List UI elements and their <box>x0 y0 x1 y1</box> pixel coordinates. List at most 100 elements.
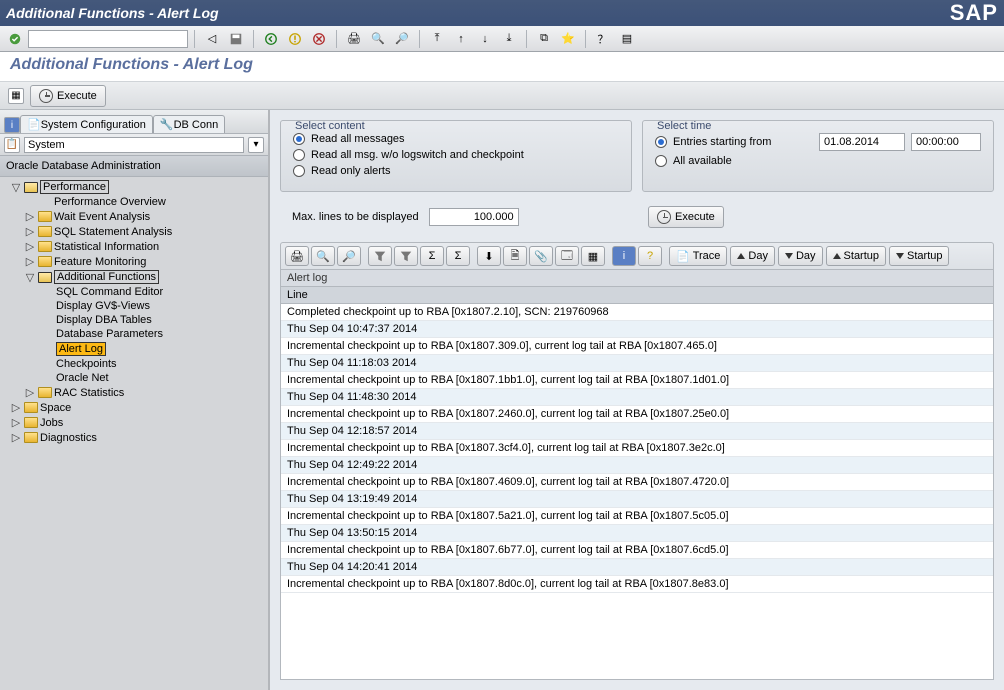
tree-display-gvviews[interactable]: Display GV$-Views <box>4 299 264 313</box>
prev-page-icon[interactable]: ↑ <box>450 29 472 49</box>
grid-row[interactable]: Thu Sep 04 12:49:22 2014 <box>281 457 993 474</box>
clock-icon <box>657 210 671 224</box>
tree-diagnostics[interactable]: ▷Diagnostics <box>4 430 264 445</box>
tree-performance-overview[interactable]: Performance Overview <box>4 195 264 209</box>
next-page-icon[interactable]: ↓ <box>474 29 496 49</box>
tree-jobs[interactable]: ▷Jobs <box>4 415 264 430</box>
tree-alert-log[interactable]: Alert Log <box>4 341 264 357</box>
grid-row[interactable]: Incremental checkpoint up to RBA [0x1807… <box>281 508 993 525</box>
new-session-icon[interactable]: ⧉ <box>533 29 555 49</box>
export-icon[interactable]: ⬇ <box>477 246 501 266</box>
grid-icon[interactable]: ▦ <box>581 246 605 266</box>
nav-cancel-icon[interactable] <box>308 29 330 49</box>
group-legend-time: Select time <box>653 120 715 132</box>
grid-row[interactable]: Thu Sep 04 13:19:49 2014 <box>281 491 993 508</box>
alert-log-toolbar: 🖨 🔍 🔎 Σ Σ ⬇ 🗎 📎 🗔 ▦ i ? 📄Trace <box>280 242 994 270</box>
tree-sql-command-editor[interactable]: SQL Command Editor <box>4 285 264 299</box>
system-list-icon[interactable]: 📋 <box>4 137 20 153</box>
grid-row[interactable]: Thu Sep 04 11:18:03 2014 <box>281 355 993 372</box>
tree-additional-functions[interactable]: ▽Additional Functions <box>4 269 264 285</box>
shortcut-icon[interactable]: ⭐ <box>557 29 579 49</box>
find-next-icon[interactable]: 🔎 <box>391 29 413 49</box>
execute-button[interactable]: Execute <box>648 206 724 228</box>
search-next-icon[interactable]: 🔎 <box>337 246 361 266</box>
tree-statistical[interactable]: ▷Statistical Information <box>4 239 264 254</box>
max-lines-field[interactable]: 100.000 <box>429 208 519 226</box>
save-icon[interactable] <box>225 29 247 49</box>
nav-tree: ▽Performance Performance Overview ▷Wait … <box>0 177 268 690</box>
tree-oracle-net[interactable]: Oracle Net <box>4 371 264 385</box>
tab-db-connections[interactable]: 🔧DB Conn <box>153 115 225 133</box>
accept-icon[interactable] <box>4 29 26 49</box>
tree-sql-statement[interactable]: ▷SQL Statement Analysis <box>4 224 264 239</box>
info-icon[interactable]: i <box>612 246 636 266</box>
grid-row[interactable]: Thu Sep 04 12:18:57 2014 <box>281 423 993 440</box>
filter-icon[interactable] <box>368 246 392 266</box>
day-down-button[interactable]: Day <box>778 246 823 266</box>
layout-save-icon[interactable]: 🗔 <box>555 246 579 266</box>
grid-column-header[interactable]: Line <box>281 287 993 304</box>
tree-header: Oracle Database Administration <box>0 156 268 177</box>
nav-pane: i 📄System Configuration 🔧DB Conn 📋 ▾ Ora… <box>0 110 270 690</box>
tree-database-parameters[interactable]: Database Parameters <box>4 327 264 341</box>
grid-row[interactable]: Incremental checkpoint up to RBA [0x1807… <box>281 372 993 389</box>
radio-read-only-alerts[interactable]: Read only alerts <box>293 163 619 179</box>
nav-exit-icon[interactable] <box>284 29 306 49</box>
help-icon[interactable]: ? <box>638 246 662 266</box>
last-page-icon[interactable]: ⤓ <box>498 29 520 49</box>
tree-wait-event[interactable]: ▷Wait Event Analysis <box>4 209 264 224</box>
tab-system-configuration[interactable]: 📄System Configuration <box>20 115 153 133</box>
execute-button-top[interactable]: Execute <box>30 85 106 107</box>
startup-up-button[interactable]: Startup <box>826 246 886 266</box>
grid-row[interactable]: Incremental checkpoint up to RBA [0x1807… <box>281 440 993 457</box>
tree-display-dba-tables[interactable]: Display DBA Tables <box>4 313 264 327</box>
filter-set-icon[interactable] <box>394 246 418 266</box>
attach-icon[interactable]: 📎 <box>529 246 553 266</box>
day-up-button[interactable]: Day <box>730 246 775 266</box>
layout-icon[interactable]: ▤ <box>616 29 638 49</box>
tree-rac-statistics[interactable]: ▷RAC Statistics <box>4 385 264 400</box>
grid-row[interactable]: Thu Sep 04 10:47:37 2014 <box>281 321 993 338</box>
print-icon[interactable]: 🖨 <box>285 246 309 266</box>
nav-tabs1: i 📄System Configuration 🔧DB Conn <box>0 110 268 134</box>
download-icon[interactable]: 🗎 <box>503 246 527 266</box>
command-field[interactable] <box>28 30 188 48</box>
help-icon[interactable]: ？ <box>592 29 614 49</box>
time-field[interactable]: 00:00:00 <box>911 133 981 151</box>
print-icon[interactable]: 🖨 <box>343 29 365 49</box>
sum-icon[interactable]: Σ <box>420 246 444 266</box>
grid-row[interactable]: Incremental checkpoint up to RBA [0x1807… <box>281 542 993 559</box>
subtotal-icon[interactable]: Σ <box>446 246 470 266</box>
tree-feature-monitoring[interactable]: ▷Feature Monitoring <box>4 254 264 269</box>
trace-button[interactable]: 📄Trace <box>669 246 727 266</box>
radio-read-all-messages[interactable]: Read all messages <box>293 131 619 147</box>
radio-read-all-wo-logswitch[interactable]: Read all msg. w/o logswitch and checkpoi… <box>293 147 619 163</box>
grid-row[interactable]: Completed checkpoint up to RBA [0x1807.2… <box>281 304 993 321</box>
grid-row[interactable]: Thu Sep 04 14:20:41 2014 <box>281 559 993 576</box>
radio-all-available[interactable]: All available <box>655 153 981 169</box>
tree-checkpoints[interactable]: Checkpoints <box>4 357 264 371</box>
date-field[interactable]: 01.08.2014 <box>819 133 905 151</box>
first-page-icon[interactable]: ⤒ <box>426 29 448 49</box>
grid-row[interactable]: Thu Sep 04 11:48:30 2014 <box>281 389 993 406</box>
grid-row[interactable]: Incremental checkpoint up to RBA [0x1807… <box>281 338 993 355</box>
tree-performance[interactable]: ▽Performance <box>4 179 264 195</box>
search-icon[interactable]: 🔍 <box>311 246 335 266</box>
label-max-lines: Max. lines to be displayed <box>292 211 419 223</box>
arrow-down-icon <box>896 253 904 259</box>
grid-row[interactable]: Thu Sep 04 13:50:15 2014 <box>281 525 993 542</box>
find-icon[interactable]: 🔍 <box>367 29 389 49</box>
info-icon[interactable]: i <box>4 117 20 133</box>
grid-row[interactable]: Incremental checkpoint up to RBA [0x1807… <box>281 406 993 423</box>
dropdown-icon[interactable]: ▾ <box>248 137 264 153</box>
radio-entries-starting-from[interactable] <box>655 136 667 148</box>
system-input[interactable] <box>24 137 244 153</box>
startup-down-button[interactable]: Startup <box>889 246 949 266</box>
menu-icon[interactable]: ▦ <box>8 88 24 104</box>
back-icon[interactable]: ◁ <box>201 29 223 49</box>
nav-back-icon[interactable] <box>260 29 282 49</box>
grid-row[interactable]: Incremental checkpoint up to RBA [0x1807… <box>281 474 993 491</box>
grid-body[interactable]: Completed checkpoint up to RBA [0x1807.2… <box>281 304 993 679</box>
tree-space[interactable]: ▷Space <box>4 400 264 415</box>
grid-row[interactable]: Incremental checkpoint up to RBA [0x1807… <box>281 576 993 593</box>
